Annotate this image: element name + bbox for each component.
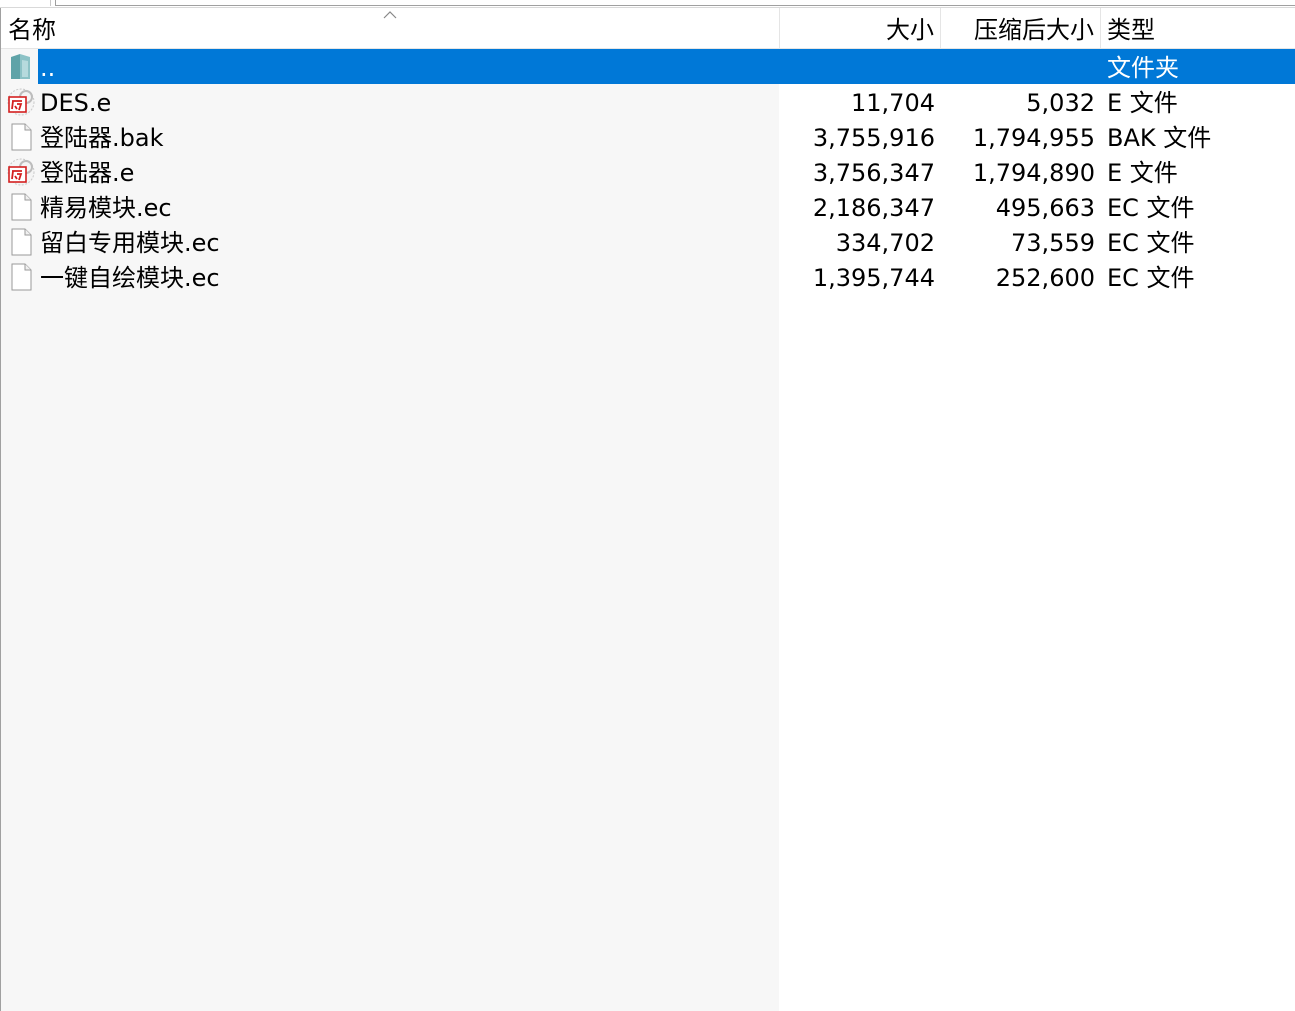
file-size: 2,186,347: [812, 194, 935, 222]
file-size: 3,756,347: [812, 159, 935, 187]
folder-up-icon: [6, 52, 36, 82]
file-type: 文件夹: [1107, 54, 1179, 82]
file-type: BAK 文件: [1107, 124, 1212, 152]
chevron-up-icon: [383, 11, 397, 19]
column-header: 名称 大小 压缩后大小 类型: [1, 8, 1295, 49]
file-name: 留白专用模块.ec: [40, 229, 220, 257]
file-type: EC 文件: [1107, 264, 1195, 292]
tab-edge: [0, 0, 51, 6]
file-type: E 文件: [1107, 159, 1178, 187]
file-row[interactable]: 登陆器.e 3,756,347 1,794,890 E 文件: [1, 154, 1295, 189]
file-row[interactable]: DES.e 11,704 5,032 E 文件: [1, 84, 1295, 119]
file-row[interactable]: .. 文件夹: [1, 49, 1295, 84]
file-size: [780, 49, 941, 84]
file-compressed-size: [941, 49, 1101, 84]
toolbar-remnant: [0, 0, 1295, 8]
file-compressed-size: 5,032: [1026, 89, 1095, 117]
column-header-type[interactable]: 类型: [1101, 8, 1295, 48]
file-compressed-size: 1,794,890: [972, 159, 1095, 187]
file-size: 11,704: [851, 89, 935, 117]
column-header-compressed-size[interactable]: 压缩后大小: [941, 8, 1101, 48]
file-size: 334,702: [835, 229, 935, 257]
file-type: E 文件: [1107, 89, 1178, 117]
file-compressed-size: 1,794,955: [972, 124, 1095, 152]
e-language-file-icon: [6, 87, 36, 117]
file-name: 登陆器.e: [40, 159, 135, 187]
file-row[interactable]: 精易模块.ec 2,186,347 495,663 EC 文件: [1, 189, 1295, 224]
file-type: EC 文件: [1107, 194, 1195, 222]
column-header-size[interactable]: 大小: [780, 8, 941, 48]
archive-file-list-window: 名称 大小 压缩后大小 类型 .. 文件夹 DES.e 11,704 5,032 E 文…: [0, 0, 1295, 1011]
file-size: 3,755,916: [812, 124, 935, 152]
file-row[interactable]: 留白专用模块.ec 334,702 73,559 EC 文件: [1, 224, 1295, 259]
file-row[interactable]: 一键自绘模块.ec 1,395,744 252,600 EC 文件: [1, 259, 1295, 294]
file-name: 一键自绘模块.ec: [40, 264, 220, 292]
file-row[interactable]: 登陆器.bak 3,755,916 1,794,955 BAK 文件: [1, 119, 1295, 154]
file-size: 1,395,744: [812, 264, 935, 292]
blank-file-icon: [6, 227, 36, 257]
file-list: .. 文件夹 DES.e 11,704 5,032 E 文件 登陆器.bak 3,755,…: [1, 49, 1295, 294]
file-type: EC 文件: [1107, 229, 1195, 257]
file-name: 登陆器.bak: [40, 124, 164, 152]
blank-file-icon: [6, 262, 36, 292]
blank-file-icon: [6, 122, 36, 152]
file-name: 精易模块.ec: [40, 194, 172, 222]
e-language-file-icon: [6, 157, 36, 187]
blank-file-icon: [6, 192, 36, 222]
file-name: ..: [40, 54, 56, 82]
path-field-edge[interactable]: [55, 0, 1295, 6]
file-compressed-size: 495,663: [995, 194, 1095, 222]
file-compressed-size: 252,600: [995, 264, 1095, 292]
file-name: DES.e: [40, 89, 112, 117]
file-compressed-size: 73,559: [1011, 229, 1095, 257]
